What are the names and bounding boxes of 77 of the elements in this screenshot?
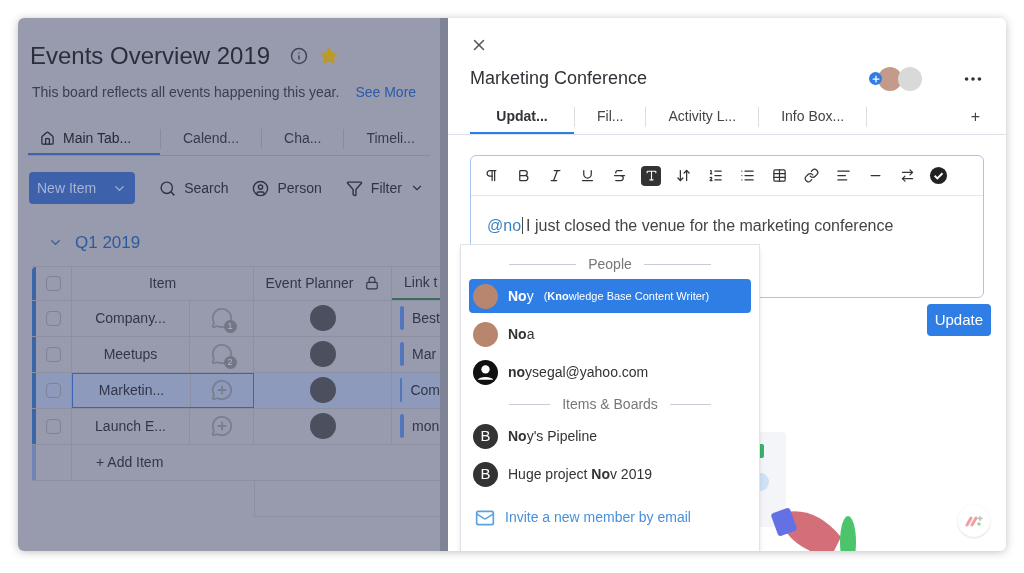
checkbox[interactable]	[46, 275, 61, 291]
suggestion-item[interactable]: Noy (Knowledge Base Content Writer)	[469, 279, 751, 313]
checkbox[interactable]	[46, 418, 61, 434]
item-name[interactable]: Meetups	[103, 343, 158, 365]
see-more-link[interactable]: See More	[355, 82, 417, 103]
table-row[interactable]: Launch E... mon	[32, 408, 440, 445]
star-icon[interactable]	[320, 47, 339, 65]
avatar	[878, 66, 902, 91]
board-badge: B	[473, 423, 498, 449]
search-icon	[159, 179, 177, 197]
avatar	[473, 321, 498, 347]
table-row[interactable]: Marketin... Com	[32, 372, 440, 409]
table-row[interactable]: Meetups 2 Mar	[32, 336, 440, 373]
person-button[interactable]: Person	[252, 177, 322, 199]
add-person-icon[interactable]	[869, 72, 882, 85]
filter-icon	[345, 179, 363, 197]
link-cell-text: Mar	[411, 344, 437, 364]
board-tab[interactable]: Timeli...	[344, 123, 437, 155]
filter-button[interactable]: Filter	[345, 177, 424, 199]
link-cell-text: mon	[411, 416, 440, 436]
panel-tab[interactable]: Fil...	[575, 100, 646, 134]
search-button[interactable]: Search	[159, 177, 229, 199]
link-cell-text: Com	[409, 380, 440, 400]
board-description: This board reflects all events happening this year.	[32, 83, 340, 102]
info-icon	[290, 47, 309, 65]
add-tab-button[interactable]: +	[970, 105, 984, 129]
suggestion-item[interactable]: noysegal@yahoo.com	[469, 355, 751, 389]
board-tab[interactable]: Cha...	[262, 123, 344, 155]
panel-tab[interactable]: Updat...	[470, 100, 574, 134]
group-title[interactable]: Q1 2019	[75, 230, 141, 256]
suggestion-label: Huge project Nov 2019	[508, 464, 652, 484]
section-heading: Items & Boards	[562, 394, 658, 414]
board-badge: B	[473, 461, 498, 487]
avatar	[309, 377, 336, 403]
board-tab[interactable]: Main Tab...	[28, 123, 160, 155]
avatar	[309, 341, 336, 367]
column-header: Event Planner	[265, 273, 354, 293]
link-icon[interactable]	[801, 165, 821, 186]
invite-link[interactable]: Invite a new member by email	[505, 507, 691, 528]
lock-icon	[365, 276, 380, 290]
suggestion-detail: (Knowledge Base Content Writer)	[543, 288, 710, 304]
add-item-button[interactable]: + Add Item	[96, 451, 164, 473]
editor-text[interactable]: @no I just closed the venue for the marketing conference	[487, 217, 894, 234]
check-circle-icon[interactable]	[929, 166, 948, 185]
link-cell-text: Best	[411, 308, 440, 328]
checkbox[interactable]	[46, 346, 61, 362]
suggestion-label: Noy	[508, 286, 534, 306]
item-name[interactable]: Launch E...	[95, 415, 166, 437]
item-title: Marketing Conference	[470, 67, 649, 90]
avatar	[309, 305, 336, 331]
suggestion-label: Noy's Pipeline	[508, 426, 598, 446]
column-header: Link t	[404, 272, 438, 292]
suggestion-label: Noa	[508, 324, 535, 344]
checkbox[interactable]	[46, 382, 61, 398]
avatar	[473, 283, 498, 309]
avatar	[898, 66, 922, 91]
user-icon	[473, 359, 498, 385]
board-tab[interactable]: Calend...	[161, 123, 262, 155]
section-heading: People	[588, 254, 632, 274]
home-icon	[40, 130, 55, 146]
panel-tab[interactable]: Info Box...	[759, 100, 867, 134]
board-title: Events Overview 2019	[30, 41, 271, 71]
suggestion-item[interactable]: B Huge project Nov 2019	[469, 457, 751, 491]
item-name[interactable]: Company...	[95, 307, 166, 329]
checkbox[interactable]	[46, 310, 61, 326]
update-button[interactable]: Update	[926, 304, 991, 336]
scrollbar[interactable]	[440, 18, 448, 551]
suggestion-item[interactable]: B Noy's Pipeline	[469, 419, 751, 453]
table-row[interactable]: Company... 1 Best	[32, 300, 440, 337]
new-item-button[interactable]: New Item	[29, 172, 136, 204]
avatar	[309, 413, 336, 439]
column-header: Item	[148, 273, 177, 293]
person-icon	[252, 179, 270, 197]
suggestion-item[interactable]: Noa	[469, 317, 751, 351]
text-color-icon[interactable]	[641, 165, 661, 186]
suggestion-label: noysegal@yahoo.com	[508, 362, 649, 382]
panel-tab[interactable]: Activity L...	[646, 100, 759, 134]
